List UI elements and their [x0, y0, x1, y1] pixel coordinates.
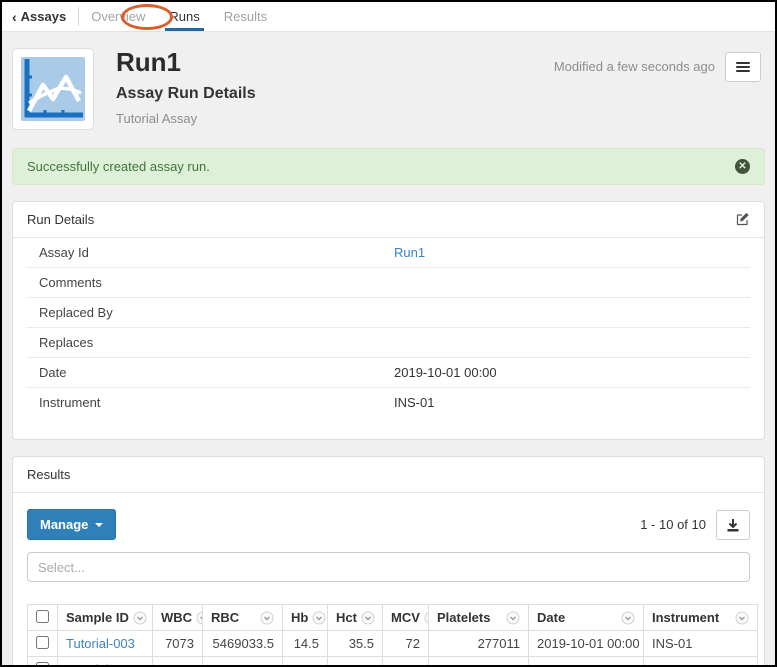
menu-button[interactable]	[725, 52, 761, 82]
assay-run-details-screen: ‹ Assays Overview Runs Results Run	[0, 0, 777, 667]
edit-icon[interactable]	[735, 212, 750, 227]
sort-icon[interactable]	[735, 611, 749, 625]
tab-overview-label: Overview	[91, 9, 145, 24]
sort-icon[interactable]	[260, 611, 274, 625]
active-tab-underline	[165, 28, 203, 31]
select-input[interactable]	[27, 552, 750, 582]
run-details-title: Run Details	[27, 212, 94, 227]
back-chevron-icon: ‹	[12, 10, 17, 24]
sort-icon[interactable]	[196, 611, 202, 625]
sample-link[interactable]: Tutorial-003	[66, 636, 135, 651]
table-row: Tutorial-004 6458 4835328 15 39.5 93 283…	[28, 657, 758, 667]
detail-label: Replaces	[39, 335, 394, 350]
detail-row-replaces: Replaces	[27, 328, 750, 358]
success-alert-message: Successfully created assay run.	[27, 159, 210, 174]
results-panel: Results Manage 1 - 10 of 10	[12, 456, 765, 667]
menu-icon	[736, 62, 750, 64]
detail-row-comments: Comments	[27, 268, 750, 298]
top-navigation: ‹ Assays Overview Runs Results	[2, 2, 775, 32]
select-all-checkbox[interactable]	[36, 610, 49, 623]
sort-icon[interactable]	[424, 611, 429, 625]
detail-value: INS-01	[394, 395, 434, 410]
col-mcv: MCV	[391, 610, 420, 625]
detail-row-instrument: Instrument INS-01	[27, 388, 750, 417]
col-wbc: WBC	[161, 610, 192, 625]
tab-overview[interactable]: Overview	[79, 2, 157, 31]
detail-row-replaced-by: Replaced By	[27, 298, 750, 328]
run-details-body: Assay Id Run1 Comments Replaced By Repla…	[13, 238, 764, 439]
col-date: Date	[537, 610, 565, 625]
toolbar-right: 1 - 10 of 10	[640, 510, 750, 540]
table-row: Tutorial-003 7073 5469033.5 14.5 35.5 72…	[28, 631, 758, 657]
assays-back-link[interactable]: ‹ Assays	[12, 2, 78, 31]
assay-name: Tutorial Assay	[116, 111, 554, 126]
detail-label: Date	[39, 365, 394, 380]
col-platelets: Platelets	[437, 610, 490, 625]
page-header: Run1 Assay Run Details Tutorial Assay Mo…	[2, 32, 775, 138]
sort-icon[interactable]	[621, 611, 635, 625]
detail-value: 2019-10-01 00:00	[394, 365, 497, 380]
sort-icon[interactable]	[361, 611, 375, 625]
table-header-row: Sample ID WBC RBC Hb Hct MCV Platelets D…	[28, 605, 758, 631]
assay-chart-icon	[12, 48, 94, 130]
results-table: Sample ID WBC RBC Hb Hct MCV Platelets D…	[27, 604, 750, 667]
manage-button[interactable]: Manage	[27, 509, 116, 540]
col-sample-id: Sample ID	[66, 610, 129, 625]
col-hb: Hb	[291, 610, 308, 625]
header-titles: Run1 Assay Run Details Tutorial Assay	[116, 48, 554, 126]
tab-runs[interactable]: Runs	[157, 2, 211, 31]
sort-icon[interactable]	[506, 611, 520, 625]
results-title: Results	[27, 467, 70, 482]
col-hct: Hct	[336, 610, 357, 625]
col-instrument: Instrument	[652, 610, 719, 625]
run-details-heading: Run Details	[13, 202, 764, 238]
download-button[interactable]	[716, 510, 750, 540]
row-checkbox[interactable]	[36, 662, 49, 667]
page-subtitle: Assay Run Details	[116, 85, 554, 103]
assay-id-link[interactable]: Run1	[394, 245, 425, 260]
tab-results-label: Results	[224, 9, 267, 24]
caret-down-icon	[95, 523, 103, 527]
detail-row-assay-id: Assay Id Run1	[27, 238, 750, 268]
header-right: Modified a few seconds ago	[554, 48, 761, 82]
success-alert: Successfully created assay run. ✕	[12, 148, 765, 185]
manage-button-label: Manage	[40, 517, 88, 532]
detail-row-date: Date 2019-10-01 00:00	[27, 358, 750, 388]
pagination-text: 1 - 10 of 10	[640, 517, 706, 532]
results-heading: Results	[13, 457, 764, 493]
run-details-panel: Run Details Assay Id Run1 Comments Repla…	[12, 201, 765, 440]
tab-runs-label: Runs	[169, 9, 199, 24]
sort-icon[interactable]	[312, 611, 326, 625]
page-title: Run1	[116, 48, 554, 77]
detail-label: Assay Id	[39, 245, 394, 260]
assays-back-label: Assays	[21, 9, 67, 24]
col-rbc: RBC	[211, 610, 239, 625]
tab-results[interactable]: Results	[212, 2, 279, 31]
detail-label: Comments	[39, 275, 394, 290]
detail-label: Replaced By	[39, 305, 394, 320]
close-icon[interactable]: ✕	[735, 159, 750, 174]
download-icon	[726, 518, 740, 532]
results-toolbar: Manage 1 - 10 of 10	[27, 497, 750, 540]
row-checkbox[interactable]	[36, 636, 49, 649]
sort-icon[interactable]	[133, 611, 147, 625]
modified-timestamp: Modified a few seconds ago	[554, 52, 715, 82]
sample-link[interactable]: Tutorial-004	[66, 662, 135, 667]
detail-label: Instrument	[39, 395, 394, 410]
